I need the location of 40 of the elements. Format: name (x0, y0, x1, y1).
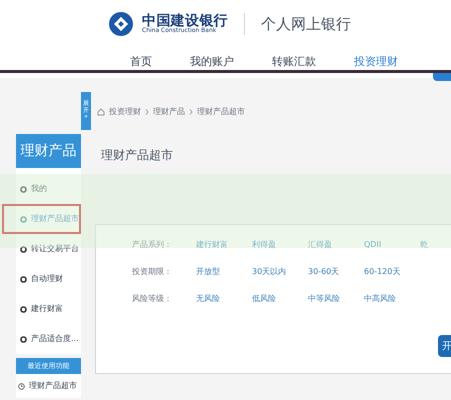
filter-option[interactable]: 60-120天 (364, 266, 404, 278)
filter-label: 风险等级： (132, 293, 173, 305)
filter-option[interactable]: 30天以内 (252, 266, 292, 278)
filter-option[interactable]: 中等风险 (308, 293, 348, 305)
page-title: 理财产品超市 (101, 148, 173, 162)
bullet-icon (20, 216, 27, 222)
bullet-icon (20, 246, 27, 252)
sidebar-item[interactable]: 转让交易平台 (2, 234, 81, 264)
filter-option[interactable]: 中高风险 (364, 293, 404, 305)
bank-logo-icon (108, 11, 134, 37)
nav-tab[interactable]: 我的账户 (190, 54, 234, 70)
sidebar-item[interactable]: 我的 (2, 174, 81, 204)
nav-tab[interactable]: 首页 (130, 54, 152, 70)
nav-tab[interactable]: 转账汇款 (272, 54, 316, 70)
sidebar-item[interactable]: 自动理财 (2, 264, 81, 294)
filter-label: 产品系列： (132, 239, 173, 251)
bullet-icon (20, 336, 27, 342)
chevron-icon (189, 109, 193, 115)
bullet-icon (20, 276, 27, 282)
chevron-icon (145, 109, 149, 115)
filter-option[interactable]: 低风险 (252, 293, 292, 305)
breadcrumb-link[interactable]: 投资理财 (109, 106, 141, 118)
breadcrumb-link[interactable]: 理财产品 (153, 106, 185, 118)
bank-name: 中国建设银行 (142, 14, 228, 28)
recent-item[interactable]: 理财产品超市 (16, 374, 81, 398)
breadcrumb-link[interactable]: 理财产品超市 (197, 106, 245, 118)
sidebar-header: 理财产品 (16, 134, 81, 168)
sidebar-item[interactable]: 建行财富 (2, 294, 81, 324)
site-title: 个人网上银行 (261, 14, 352, 35)
filter-option[interactable]: 开放型 (196, 266, 236, 278)
nav-active-marker (433, 73, 451, 81)
bullet-icon (20, 306, 27, 312)
clock-icon (18, 382, 25, 390)
filter-option[interactable]: 30-60天 (308, 266, 348, 278)
sidebar-item[interactable]: 产品适合度... (2, 324, 81, 354)
filter-label: 投资期限： (132, 266, 173, 278)
nav-tab[interactable]: 投资理财 (354, 54, 398, 70)
bullet-icon (20, 186, 27, 192)
filter-option[interactable]: 无风险 (196, 293, 236, 305)
home-icon (97, 108, 105, 116)
